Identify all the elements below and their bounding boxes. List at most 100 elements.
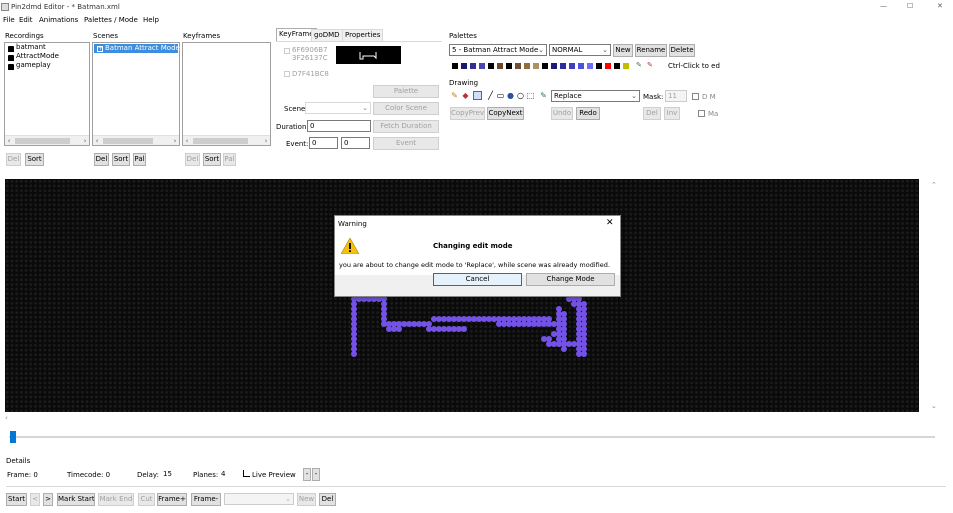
scenes-hscroll[interactable]: ‹ ›	[93, 135, 179, 145]
palette-swatch[interactable]	[560, 63, 566, 69]
eyedropper-red-icon[interactable]: ✎	[647, 60, 653, 70]
live-preview-checkbox[interactable]	[243, 470, 250, 477]
new-frame-button[interactable]: New	[297, 493, 316, 506]
close-icon[interactable]: ✕	[937, 1, 943, 11]
palette-swatch[interactable]	[596, 63, 602, 69]
draw-mode-select[interactable]: Replace ⌄	[551, 90, 640, 102]
timeline-track[interactable]	[9, 436, 935, 438]
vscroll-up-icon[interactable]: ⌃	[931, 180, 937, 190]
prev-frame-button[interactable]: <	[30, 493, 40, 506]
new-palette-button[interactable]: New	[613, 44, 633, 57]
tab-properties[interactable]: Properties	[342, 29, 384, 41]
minimize-icon[interactable]: —	[880, 1, 887, 11]
circle-filled-icon[interactable]: ●	[506, 91, 515, 100]
event-button[interactable]: Event	[373, 137, 439, 150]
palette-swatch[interactable]	[605, 63, 611, 69]
scroll-left-icon[interactable]: ‹	[183, 136, 191, 146]
palette-swatch[interactable]	[461, 63, 467, 69]
circle-icon[interactable]: ○	[516, 91, 525, 100]
palette-swatch[interactable]	[488, 63, 494, 69]
scene-select[interactable]: ⌄	[305, 102, 371, 114]
checkbox-hash[interactable]	[284, 71, 290, 77]
scroll-right-icon[interactable]: ›	[81, 136, 89, 146]
keyframes-list[interactable]: ‹ ›	[182, 42, 271, 146]
color-scene-button[interactable]: Color Scene	[373, 102, 439, 115]
mark-end-button[interactable]: Mark End	[98, 493, 134, 506]
duration-input[interactable]: 0	[307, 120, 371, 132]
menu-file[interactable]: File	[3, 15, 15, 25]
checkbox-hash[interactable]	[284, 48, 290, 54]
delay-input[interactable]: 15	[160, 468, 190, 480]
palette-swatch[interactable]	[497, 63, 503, 69]
del-frame-button[interactable]: Del	[319, 493, 336, 506]
recordings-sort-button[interactable]: Sort	[25, 153, 44, 166]
pencil-icon[interactable]: ✎	[450, 91, 459, 100]
palette-swatch[interactable]	[569, 63, 575, 69]
live-preview-next-button[interactable]: -	[312, 468, 320, 481]
line-icon[interactable]: ╱	[486, 91, 495, 100]
frame-plus-button[interactable]: Frame+	[157, 493, 187, 506]
rectangle-icon[interactable]	[473, 91, 482, 100]
eyedropper-icon[interactable]: ✎	[636, 60, 642, 70]
undo-button[interactable]: Undo	[551, 107, 573, 120]
copy-prev-button[interactable]: CopyPrev	[450, 107, 485, 120]
palette-swatch[interactable]	[542, 63, 548, 69]
list-item[interactable]: batmant	[5, 43, 89, 52]
recordings-del-button[interactable]: Del	[6, 153, 21, 166]
palette-swatch[interactable]	[515, 63, 521, 69]
mask-del-button[interactable]: Del	[643, 107, 661, 120]
hscroll-left-icon[interactable]: ‹	[5, 413, 8, 423]
selection-icon[interactable]: ⬚	[526, 91, 535, 100]
pick-color-icon[interactable]: ✎	[539, 91, 548, 100]
palette-swatch[interactable]	[578, 63, 584, 69]
start-button[interactable]: Start	[6, 493, 27, 506]
checkbox-dm[interactable]	[692, 93, 699, 100]
palette-button[interactable]: Palette	[373, 85, 439, 98]
scroll-right-icon[interactable]: ›	[171, 136, 179, 146]
keyframes-del-button[interactable]: Del	[185, 153, 200, 166]
scroll-thumb[interactable]	[15, 138, 70, 144]
palette-swatch[interactable]	[623, 63, 629, 69]
next-frame-button[interactable]: >	[43, 493, 53, 506]
rename-palette-button[interactable]: Rename	[635, 44, 667, 57]
palette-select[interactable]: 5 - Batman Attract Mode ⌄	[449, 44, 547, 56]
checkbox-ma[interactable]	[698, 110, 705, 117]
scroll-thumb[interactable]	[103, 138, 153, 144]
palette-type-select[interactable]: NORMAL ⌄	[549, 44, 611, 56]
scroll-left-icon[interactable]: ‹	[5, 136, 13, 146]
menu-animations[interactable]: Animations	[39, 15, 78, 25]
recordings-hscroll[interactable]: ‹ ›	[5, 135, 89, 145]
fetch-duration-button[interactable]: Fetch Duration	[373, 120, 439, 133]
planes-input[interactable]: 4	[218, 468, 238, 480]
palette-swatch[interactable]	[470, 63, 476, 69]
palette-swatch[interactable]	[479, 63, 485, 69]
menu-help[interactable]: Help	[143, 15, 159, 25]
mark-start-button[interactable]: Mark Start	[57, 493, 95, 506]
scenes-sort-button[interactable]: Sort	[112, 153, 130, 166]
live-preview-prev-button[interactable]: -	[303, 468, 311, 481]
redo-button[interactable]: Redo	[576, 107, 600, 120]
palette-swatch[interactable]	[452, 63, 458, 69]
expand-icon[interactable]: +	[97, 45, 103, 52]
timeline-thumb[interactable]	[10, 431, 16, 443]
mask-inv-button[interactable]: Inv	[664, 107, 680, 120]
scroll-thumb[interactable]	[193, 138, 248, 144]
palette-swatch[interactable]	[524, 63, 530, 69]
event-input-1[interactable]: 0	[309, 137, 338, 149]
scroll-left-icon[interactable]: ‹	[93, 136, 101, 146]
mask-input[interactable]: 11	[665, 90, 687, 102]
list-item[interactable]: gameplay	[5, 61, 89, 70]
scenes-pal-button[interactable]: Pal	[133, 153, 146, 166]
frame-minus-button[interactable]: Frame-	[191, 493, 221, 506]
recordings-list[interactable]: batmant AttractMode gameplay ‹ ›	[4, 42, 90, 146]
keyframes-hscroll[interactable]: ‹ ›	[183, 135, 270, 145]
palette-swatch[interactable]	[587, 63, 593, 69]
fill-icon[interactable]: ◆	[461, 91, 470, 100]
copy-next-button[interactable]: CopyNext	[487, 107, 524, 120]
event-input-2[interactable]: 0	[341, 137, 370, 149]
scenes-del-button[interactable]: Del	[94, 153, 109, 166]
maximize-icon[interactable]: ☐	[907, 1, 913, 11]
rect-outline-icon[interactable]: ▭	[496, 91, 505, 100]
scenes-list[interactable]: + Batman Attract Mode ‹ ›	[92, 42, 180, 146]
menu-palettes-mode[interactable]: Palettes / Mode	[84, 15, 138, 25]
